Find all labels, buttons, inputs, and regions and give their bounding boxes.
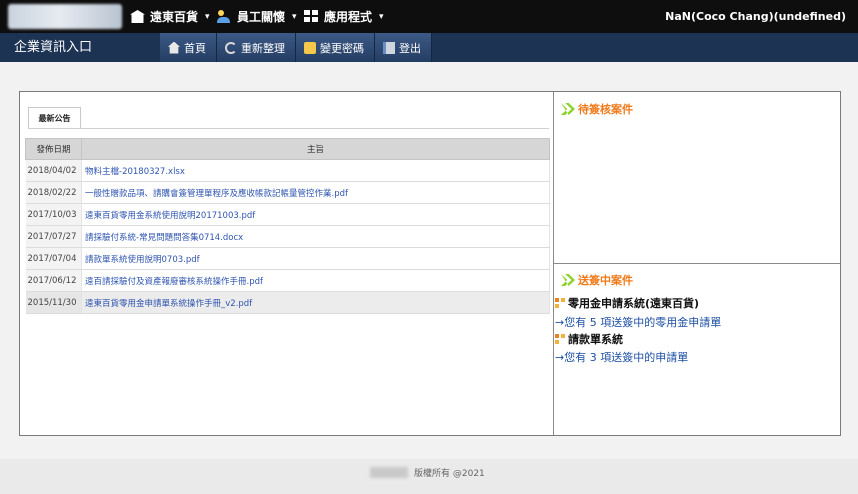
footer-copyright: 版權所有 @2021 [370,466,485,479]
column-header-subject: 主旨 [81,138,550,160]
row-date: 2017/06/12 [25,269,82,292]
home-button-label: 首頁 [184,41,206,55]
pending-link-petty-cash[interactable]: →您有 5 項送簽中的零用金申請單 [555,314,721,330]
table-row: 2017/06/12 遠百請採驗付及資產報廢審核系統操作手冊.pdf [25,269,550,292]
row-date: 2015/11/30 [25,291,82,314]
row-date: 2017/07/04 [25,247,82,270]
logout-icon [383,41,395,54]
caret-down-icon: ▾ [292,11,297,22]
row-date: 2018/02/22 [25,181,82,204]
system-name: 零用金申請系統(遠東百貨) [568,297,700,310]
row-subject-link[interactable]: 遠東百貨零用金系統使用說明20171003.pdf [81,203,550,226]
change-password-button-label: 變更密碼 [320,41,364,55]
table-row: 2018/04/02 物料主檔-20180327.xlsx [25,159,550,182]
pending-link-payment-request[interactable]: →您有 3 項送簽中的申請單 [555,349,688,365]
nav-buttons: 首頁 重新整理 變更密碼 登出 [160,33,432,62]
nav-bar: 企業資訊入口 首頁 重新整理 變更密碼 登出 [0,33,858,62]
menu-applications-label: 應用程式 [324,10,373,24]
double-arrow-icon [561,274,575,286]
tab-announcements[interactable]: 最新公告 [28,107,81,129]
copyright-text: 版權所有 @2021 [414,469,485,479]
table-row: 2017/07/27 請採驗付系統-常見問題問答集0714.docx [25,225,550,248]
column-header-date: 發佈日期 [25,138,82,160]
refresh-icon [225,41,237,54]
row-date: 2018/04/02 [25,159,82,182]
portal-title: 企業資訊入口 [14,40,93,55]
menu-applications[interactable]: 應用程式 ▾ [304,0,384,33]
key-icon [304,41,316,54]
row-subject-link[interactable]: 遠東百貨零用金申請單系統操作手冊_v2.pdf [81,291,550,314]
row-date: 2017/10/03 [25,203,82,226]
in-progress-heading: 送簽中案件 [561,272,633,288]
pending-review-heading: 待簽核案件 [561,101,633,117]
in-progress-title: 送簽中案件 [578,274,633,287]
menu-employee-care[interactable]: 員工關懷 ▾ [217,0,297,33]
table-row: 2015/11/30 遠東百貨零用金申請單系統操作手冊_v2.pdf [25,291,550,314]
home-button[interactable]: 首頁 [160,33,217,62]
refresh-button-label: 重新整理 [241,41,285,55]
system-payment-request: 請款單系統 [555,331,623,347]
apps-grid-icon [304,10,319,23]
menu-department-store-label: 遠東百貨 [150,10,199,24]
system-icon [555,333,566,345]
system-name: 請款單系統 [568,333,623,346]
table-row: 2017/10/03 遠東百貨零用金系統使用說明20171003.pdf [25,203,550,226]
menu-department-store[interactable]: 遠東百貨 ▾ [130,0,210,33]
row-subject-link[interactable]: 一般性贈款品項、請購會簽管理單程序及應收帳款記帳量管控作業.pdf [81,181,550,204]
logout-button-label: 登出 [399,41,421,55]
menu-employee-care-label: 員工關懷 [237,10,286,24]
footer-company-logo [370,467,408,478]
system-petty-cash: 零用金申請系統(遠東百貨) [555,295,699,311]
system-icon [555,297,566,309]
row-date: 2017/07/27 [25,225,82,248]
pending-review-title: 待簽核案件 [578,103,633,116]
main-panel: 最新公告 發佈日期 主旨 2018/04/02 物料主檔-20180327.xl… [19,91,841,436]
change-password-button[interactable]: 變更密碼 [296,33,375,62]
announcements-table: 發佈日期 主旨 2018/04/02 物料主檔-20180327.xlsx 20… [25,138,550,314]
footer: 版權所有 @2021 [0,459,858,494]
table-row: 2018/02/22 一般性贈款品項、請購會簽管理單程序及應收帳款記帳量管控作業… [25,181,550,204]
top-bar: 遠東百貨 ▾ 員工關懷 ▾ 應用程式 ▾ NaN(Coco Chang)(und… [0,0,858,33]
people-icon [217,10,232,23]
section-divider [554,263,840,264]
caret-down-icon: ▾ [205,11,210,22]
double-arrow-icon [561,103,575,115]
refresh-button[interactable]: 重新整理 [217,33,296,62]
row-subject-link[interactable]: 物料主檔-20180327.xlsx [81,159,550,182]
user-name[interactable]: NaN(Coco Chang)(undefined) [665,0,846,33]
table-row: 2017/07/04 請款單系統使用說明0703.pdf [25,247,550,270]
row-subject-link[interactable]: 請採驗付系統-常見問題問答集0714.docx [81,225,550,248]
table-header-row: 發佈日期 主旨 [25,138,550,160]
row-subject-link[interactable]: 請款單系統使用說明0703.pdf [81,247,550,270]
company-logo [8,4,122,29]
logout-button[interactable]: 登出 [375,33,432,62]
tab-underline [28,128,549,129]
home-icon [168,41,180,54]
store-icon [130,10,145,23]
row-subject-link[interactable]: 遠百請採驗付及資產報廢審核系統操作手冊.pdf [81,269,550,292]
caret-down-icon: ▾ [379,11,384,22]
